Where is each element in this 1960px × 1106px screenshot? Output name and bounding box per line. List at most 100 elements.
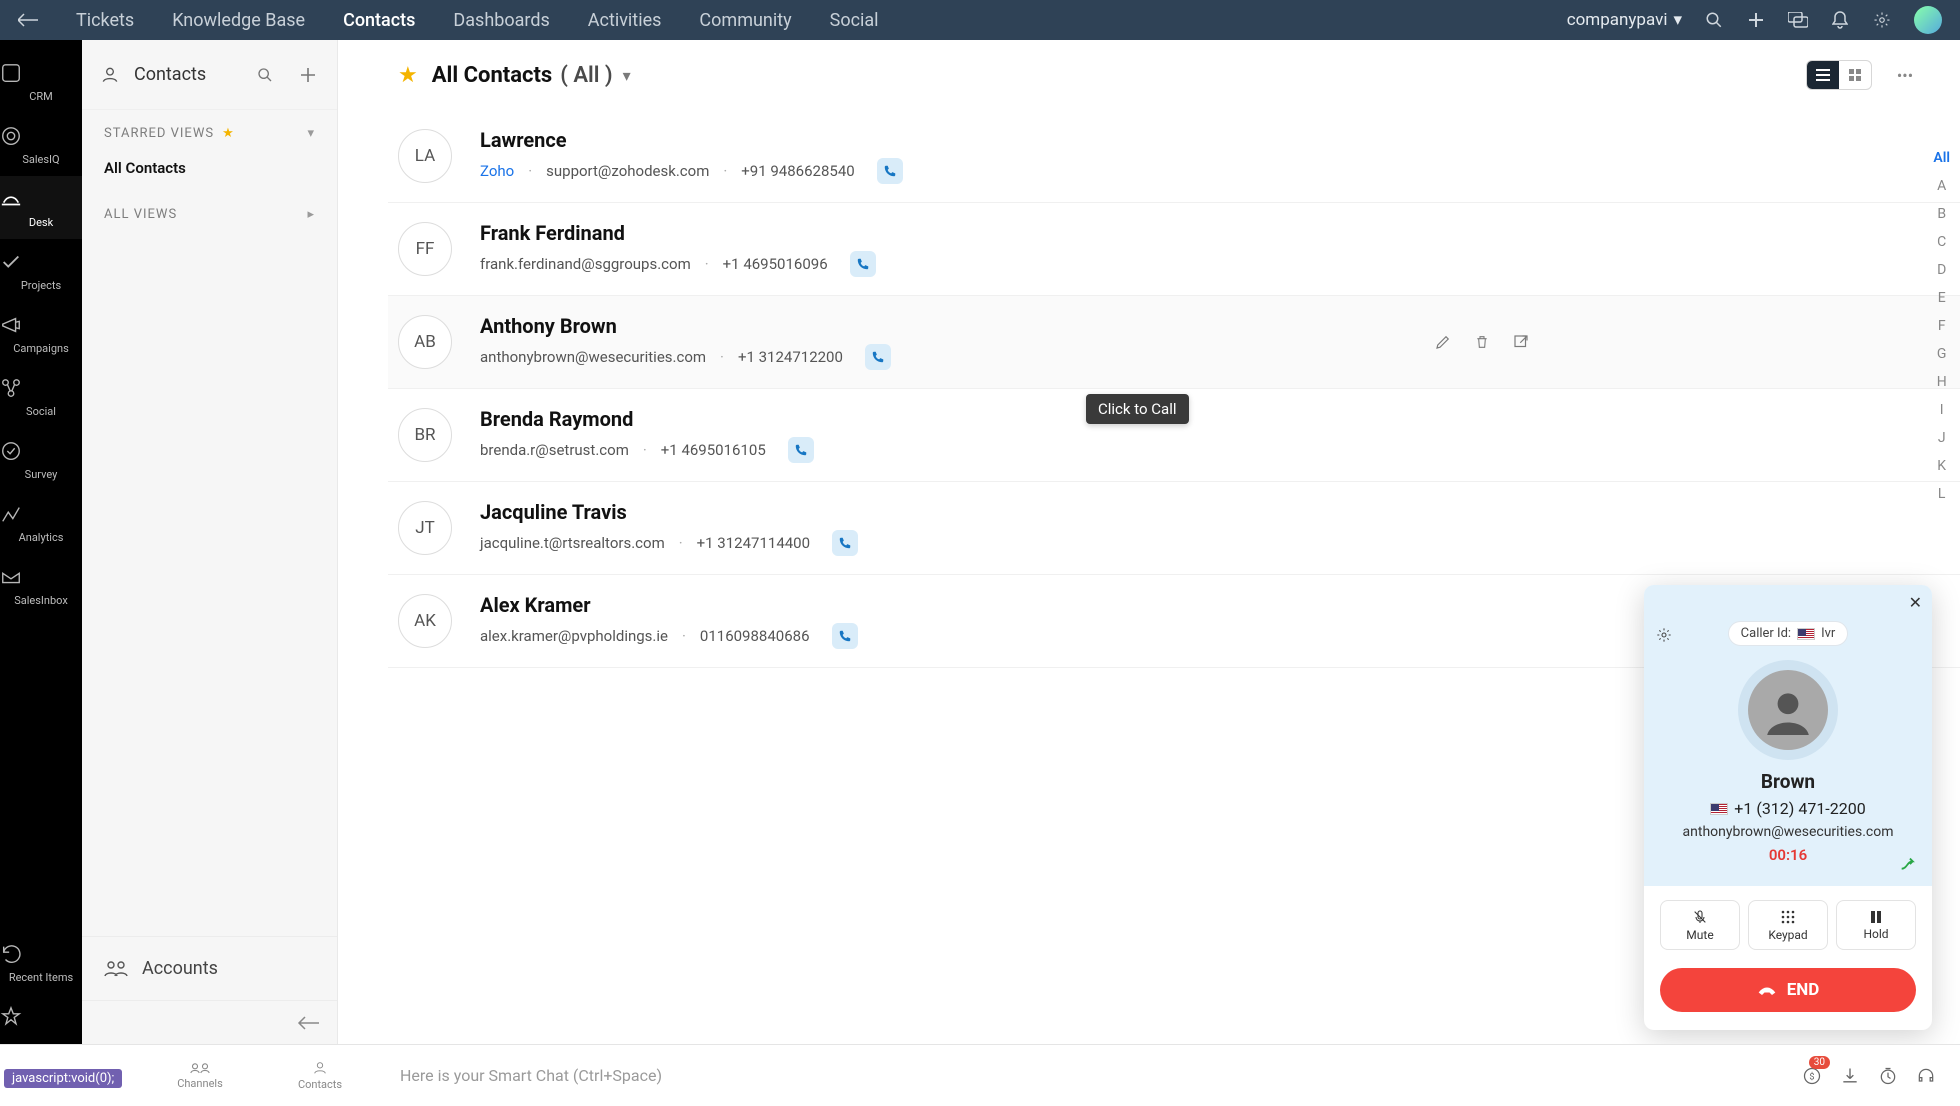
alpha-letter[interactable]: I [1940,402,1944,418]
apprail-crm[interactable]: CRM [0,50,82,113]
chevron-right-icon[interactable]: ▸ [307,207,315,222]
call-button[interactable] [865,344,891,370]
tab-dashboards[interactable]: Dashboards [453,10,549,31]
call-button[interactable] [788,437,814,463]
grid-view-icon[interactable] [1839,61,1871,89]
bottom-tab-contacts[interactable]: Contacts [260,1060,380,1091]
open-external-icon[interactable] [1512,333,1530,351]
caller-phone: +1 (312) 471-2200 [1660,799,1916,818]
contact-name[interactable]: Lawrence [480,128,903,152]
credits-badge: 30 [1809,1056,1830,1069]
user-avatar[interactable] [1914,6,1942,34]
smart-chat-input[interactable]: Here is your Smart Chat (Ctrl+Space) [380,1066,1778,1085]
download-icon[interactable] [1840,1066,1860,1086]
add-icon[interactable] [301,68,315,82]
contact-name[interactable]: Brenda Raymond [480,407,814,431]
contact-info: Brenda Raymondbrenda.r@setrust.com · +1 … [480,407,814,463]
apprail-analytics[interactable]: Analytics [0,491,82,554]
add-icon[interactable] [1746,10,1766,30]
apprail-projects[interactable]: Projects [0,239,82,302]
view-all-contacts[interactable]: All Contacts [82,147,337,189]
contact-info: Jacquline Travis jacquline.t@rtsrealtors.… [480,500,858,556]
alpha-letter[interactable]: D [1937,262,1946,278]
view-dropdown-icon[interactable]: ▾ [623,66,631,85]
tab-contacts[interactable]: Contacts [343,10,415,31]
end-call-button[interactable]: END [1660,968,1916,1012]
contact-name[interactable]: Anthony Brown [480,314,891,338]
credits-icon[interactable]: $30 [1802,1066,1822,1086]
all-views-header[interactable]: ALL VIEWS ▸ [82,189,337,240]
contact-name[interactable]: Alex Kramer [480,593,858,617]
apprail-recent-items[interactable]: Recent Items [0,931,82,994]
contact-email[interactable]: brenda.r@setrust.com [480,441,629,459]
alpha-letter[interactable]: G [1937,346,1947,362]
apprail-favorites[interactable] [0,994,82,1044]
alpha-letter[interactable]: All [1933,150,1950,166]
alpha-letter[interactable]: B [1937,206,1946,222]
close-icon[interactable]: ✕ [1909,593,1922,612]
sidebar-accounts[interactable]: Accounts [82,936,337,1000]
hold-button[interactable]: Hold [1836,900,1916,950]
alpha-letter[interactable]: A [1937,178,1946,194]
bell-icon[interactable] [1830,10,1850,30]
delete-icon[interactable] [1474,333,1490,351]
clock-icon[interactable] [1878,1066,1898,1086]
alpha-letter[interactable]: J [1938,430,1946,446]
chevron-down-icon[interactable]: ▾ [307,126,315,141]
edit-icon[interactable] [1434,333,1452,351]
apprail-desk[interactable]: Desk [0,176,82,239]
contact-name[interactable]: Frank Ferdinand [480,221,876,245]
headset-icon[interactable] [1916,1066,1936,1086]
mute-button[interactable]: Mute [1660,900,1740,950]
tab-activities[interactable]: Activities [588,10,662,31]
gear-icon[interactable] [1656,627,1672,643]
more-icon[interactable]: ••• [1890,60,1920,90]
contact-org[interactable]: Zoho [480,162,514,180]
contact-row[interactable]: FFFrank Ferdinandfrank.ferdinand@sggroup… [388,203,1960,296]
alpha-letter[interactable]: F [1938,318,1946,334]
alpha-letter[interactable]: L [1938,486,1946,502]
contact-row[interactable]: LALawrenceZoho · support@zohodesk.com · … [388,110,1960,203]
apprail-survey[interactable]: Survey [0,428,82,491]
keypad-button[interactable]: Keypad [1748,900,1828,950]
apprail-salesiq[interactable]: SalesIQ [0,113,82,176]
contact-email[interactable]: anthonybrown@wesecurities.com [480,348,706,366]
view-toggle [1806,60,1872,90]
apprail-social[interactable]: Social [0,365,82,428]
contact-email[interactable]: alex.kramer@pvpholdings.ie [480,627,668,645]
call-button[interactable] [832,623,858,649]
sidebar-collapse[interactable] [82,1000,337,1044]
contact-row[interactable]: ABAnthony Brownanthonybrown@wesecurities… [388,296,1960,389]
org-switcher[interactable]: companypavi▾ [1567,10,1682,30]
contact-email[interactable]: support@zohodesk.com [546,162,709,180]
transfer-icon[interactable] [1898,854,1920,876]
gear-icon[interactable] [1872,10,1892,30]
list-view-icon[interactable] [1807,61,1839,89]
call-button[interactable] [850,251,876,277]
alpha-letter[interactable]: C [1937,234,1946,250]
chat-icon[interactable] [1788,10,1808,30]
tab-social[interactable]: Social [830,10,879,31]
star-icon[interactable]: ★ [398,63,418,88]
call-button[interactable] [832,530,858,556]
bottom-tab-channels[interactable]: Channels [140,1061,260,1090]
contact-name[interactable]: Jacquline Travis [480,500,858,524]
tab-tickets[interactable]: Tickets [76,10,134,31]
starred-views-header[interactable]: STARRED VIEWS ★ ▾ [82,110,337,147]
alpha-letter[interactable]: E [1938,290,1946,306]
search-icon[interactable] [1704,10,1724,30]
alpha-letter[interactable]: K [1937,458,1946,474]
contact-email[interactable]: frank.ferdinand@sggroups.com [480,255,691,273]
back-icon[interactable] [18,10,38,30]
alpha-letter[interactable]: H [1937,374,1947,390]
apprail-campaigns[interactable]: Campaigns [0,302,82,365]
caller-id-chip[interactable]: Caller Id: Ivr [1728,621,1849,646]
contact-row[interactable]: JTJacquline Travisjacquline.t@rtsrealtor… [388,482,1960,575]
call-button[interactable] [877,158,903,184]
tab-knowledge-base[interactable]: Knowledge Base [172,10,305,31]
contacts-label: Contacts [260,1078,380,1091]
contact-email[interactable]: jacquline.t@rtsrealtors.com [480,534,665,552]
tab-community[interactable]: Community [699,10,791,31]
apprail-salesinbox[interactable]: SalesInbox [0,554,82,617]
search-icon[interactable] [257,67,273,83]
